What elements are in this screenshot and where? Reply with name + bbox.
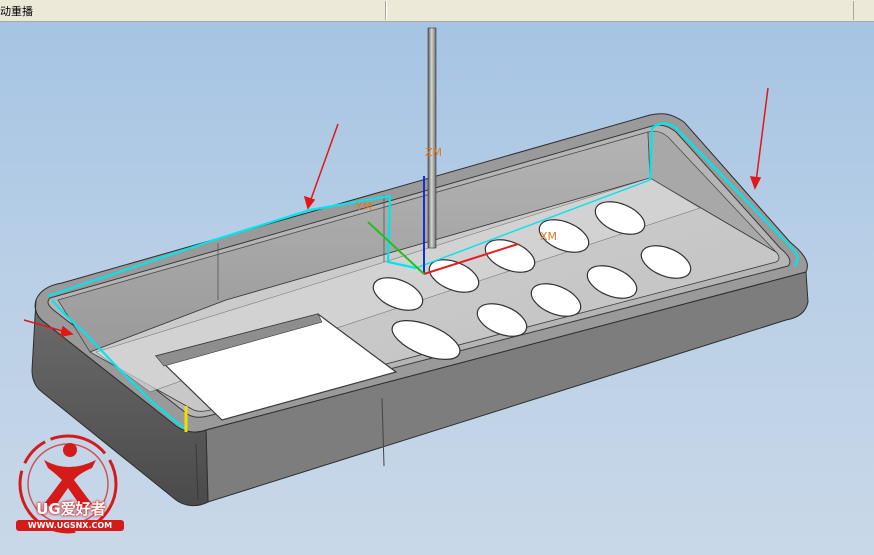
title-divider-highlight — [386, 1, 387, 20]
graphics-viewport[interactable]: ZM YM XM UG爱好者 WWW.UGSNX.COM — [0, 22, 874, 555]
axis-label-xm: XM — [540, 230, 558, 243]
watermark-url: WWW.UGSNX.COM — [16, 520, 124, 531]
watermark-brand-latin: UG — [36, 500, 61, 518]
watermark-brand: UG爱好者 — [8, 498, 134, 519]
watermark-brand-cjk: 爱好者 — [60, 500, 106, 518]
ugsnx-watermark: UG爱好者 WWW.UGSNX.COM — [8, 430, 134, 548]
title-bar: 动重播 — [0, 0, 874, 22]
axis-label-ym: YM — [356, 200, 373, 213]
axis-label-zm: ZM — [425, 146, 443, 159]
title-divider-right — [853, 1, 854, 20]
window-title: 动重播 — [0, 5, 33, 18]
tool-shank — [427, 27, 437, 249]
